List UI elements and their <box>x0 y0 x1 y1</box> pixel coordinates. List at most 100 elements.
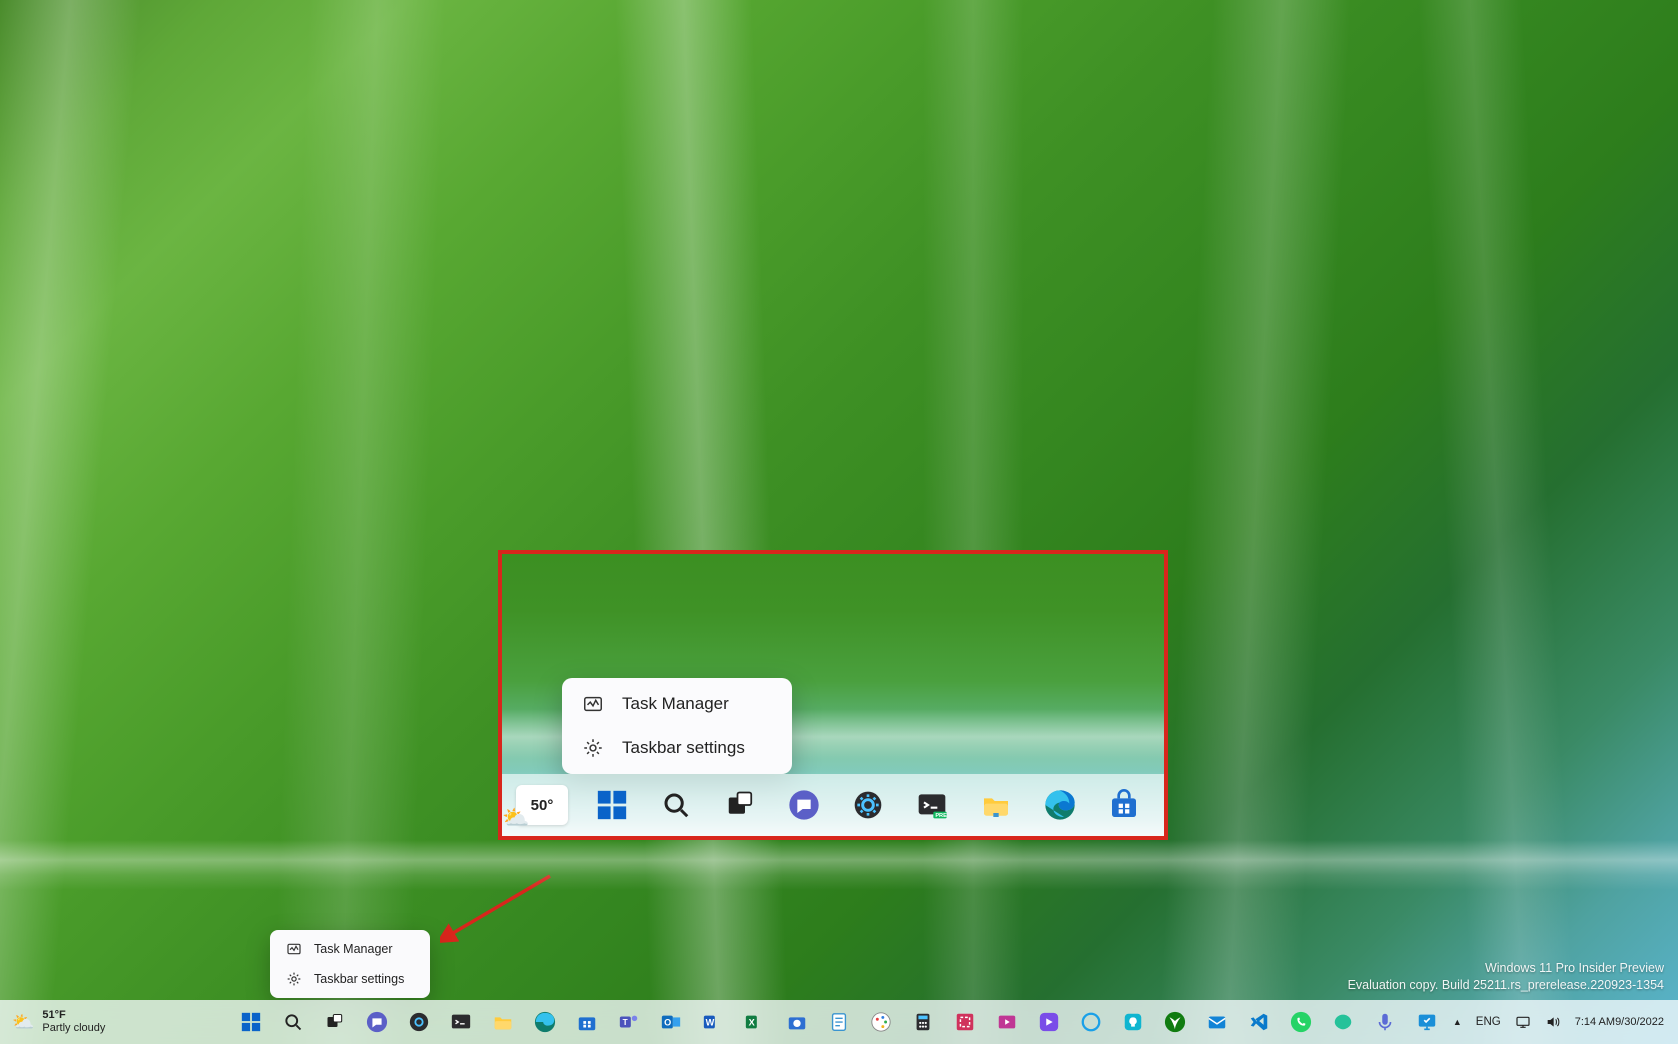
menu-item-label: Task Manager <box>622 694 729 714</box>
watermark-line1: Windows 11 Pro Insider Preview <box>1348 960 1664 977</box>
chat-icon <box>365 1010 389 1034</box>
xbox-button[interactable] <box>1156 1003 1194 1041</box>
desktop[interactable]: Task Manager Taskbar settings 50° <box>0 0 1678 1044</box>
edge-icon <box>1043 788 1077 822</box>
calculator-icon <box>911 1010 935 1034</box>
media-button[interactable] <box>988 1003 1026 1041</box>
camera-icon <box>785 1010 809 1034</box>
vscode-button[interactable] <box>1240 1003 1278 1041</box>
media-icon <box>995 1010 1019 1034</box>
annotation-arrow <box>440 870 560 950</box>
menu-item-taskbar-settings[interactable]: Taskbar settings <box>566 726 788 770</box>
teams-icon: T <box>617 1010 641 1034</box>
notepad-button[interactable] <box>820 1003 858 1041</box>
task-manager-icon <box>286 941 302 957</box>
menu-item-task-manager[interactable]: Task Manager <box>274 934 426 964</box>
weather-widget-large[interactable]: 50° <box>516 785 568 825</box>
task-view-button[interactable] <box>316 1003 354 1041</box>
camera-button[interactable] <box>778 1003 816 1041</box>
menu-item-task-manager[interactable]: Task Manager <box>566 682 788 726</box>
settings-pre-button[interactable] <box>842 779 894 831</box>
calculator-button[interactable] <box>904 1003 942 1041</box>
cortana-icon <box>1079 1010 1103 1034</box>
whatsapp-button[interactable] <box>1282 1003 1320 1041</box>
snip-icon <box>953 1010 977 1034</box>
windows-logo-icon <box>595 788 629 822</box>
teams-button[interactable]: T <box>610 1003 648 1041</box>
clock[interactable]: 7:14 AM 9/30/2022 <box>1571 1003 1668 1041</box>
explorer-icon <box>491 1010 515 1034</box>
store-button[interactable] <box>1098 779 1150 831</box>
excel-icon: X <box>743 1010 767 1034</box>
snip-button[interactable] <box>946 1003 984 1041</box>
taskbar-context-menu-large: Task Manager Taskbar settings <box>562 678 792 774</box>
menu-item-label: Task Manager <box>314 942 393 956</box>
edge-button[interactable] <box>526 1003 564 1041</box>
start-icon <box>239 1010 263 1034</box>
watermark-line2: Evaluation copy. Build 25211.rs_prerelea… <box>1348 977 1664 994</box>
weather-widget[interactable]: ⛅ 51°F Partly cloudy <box>12 1009 105 1034</box>
svg-text:PRE: PRE <box>935 813 947 819</box>
chat-button[interactable] <box>358 1003 396 1041</box>
settings-icon <box>851 788 885 822</box>
outlook-button[interactable]: O <box>652 1003 690 1041</box>
task-view-button[interactable] <box>714 779 766 831</box>
weather-icon: ⛅ <box>12 1012 34 1033</box>
chat-button[interactable] <box>778 779 830 831</box>
date: 9/30/2022 <box>1615 1016 1664 1029</box>
volume-icon[interactable] <box>1541 1003 1565 1041</box>
explorer-button[interactable] <box>970 779 1022 831</box>
weather-condition: Partly cloudy <box>42 1022 105 1035</box>
explorer-button[interactable] <box>484 1003 522 1041</box>
quickassist-button[interactable] <box>1408 1003 1446 1041</box>
svg-text:X: X <box>749 1018 756 1028</box>
task-view-icon <box>723 788 757 822</box>
settings-pre-button[interactable] <box>400 1003 438 1041</box>
language-label: ENG <box>1476 1016 1501 1028</box>
terminal-icon: PRE <box>915 788 949 822</box>
folder-icon <box>979 788 1013 822</box>
clipchamp-icon <box>1037 1010 1061 1034</box>
weather-temp: 50° <box>531 797 554 814</box>
start-button[interactable] <box>586 779 638 831</box>
chat-icon <box>787 788 821 822</box>
task-manager-icon <box>582 693 604 715</box>
word-button[interactable]: W <box>694 1003 732 1041</box>
paint-button[interactable] <box>862 1003 900 1041</box>
search-button[interactable] <box>650 779 702 831</box>
start-button[interactable] <box>232 1003 270 1041</box>
taskbar[interactable]: ⛅ 51°F Partly cloudy TOW X ▲ ENG 7:14 AM … <box>0 1000 1678 1044</box>
mail-button[interactable] <box>1198 1003 1236 1041</box>
store-button[interactable] <box>568 1003 606 1041</box>
windows-watermark: Windows 11 Pro Insider Preview Evaluatio… <box>1348 960 1664 994</box>
clipchamp-button[interactable] <box>1030 1003 1068 1041</box>
gear-icon <box>286 971 302 987</box>
voice-icon <box>1373 1010 1397 1034</box>
terminal-pre-button[interactable] <box>442 1003 480 1041</box>
xbox-icon <box>1163 1010 1187 1034</box>
notepad-icon <box>827 1010 851 1034</box>
terminal-pre-button[interactable]: PRE <box>906 779 958 831</box>
settings-pre-icon <box>407 1010 431 1034</box>
family-button[interactable] <box>1324 1003 1362 1041</box>
paint-icon <box>869 1010 893 1034</box>
tips-button[interactable] <box>1114 1003 1152 1041</box>
magnified-inset: Task Manager Taskbar settings 50° <box>498 550 1168 840</box>
menu-item-taskbar-settings[interactable]: Taskbar settings <box>274 964 426 994</box>
outlook-icon: O <box>659 1010 683 1034</box>
gear-icon <box>582 737 604 759</box>
network-icon[interactable] <box>1511 1003 1535 1041</box>
cortana-button[interactable] <box>1072 1003 1110 1041</box>
time: 7:14 AM <box>1575 1016 1615 1029</box>
chevron-up-icon: ▲ <box>1453 1017 1462 1027</box>
excel-button[interactable]: X <box>736 1003 774 1041</box>
store-icon <box>575 1010 599 1034</box>
weather-temp: 51°F <box>42 1009 105 1022</box>
language-indicator[interactable]: ENG <box>1472 1003 1505 1041</box>
voice-button[interactable] <box>1366 1003 1404 1041</box>
edge-button[interactable] <box>1034 779 1086 831</box>
search-button[interactable] <box>274 1003 312 1041</box>
tray-overflow-chevron[interactable]: ▲ <box>1449 1003 1466 1041</box>
store-icon <box>1107 788 1141 822</box>
tips-icon <box>1121 1010 1145 1034</box>
